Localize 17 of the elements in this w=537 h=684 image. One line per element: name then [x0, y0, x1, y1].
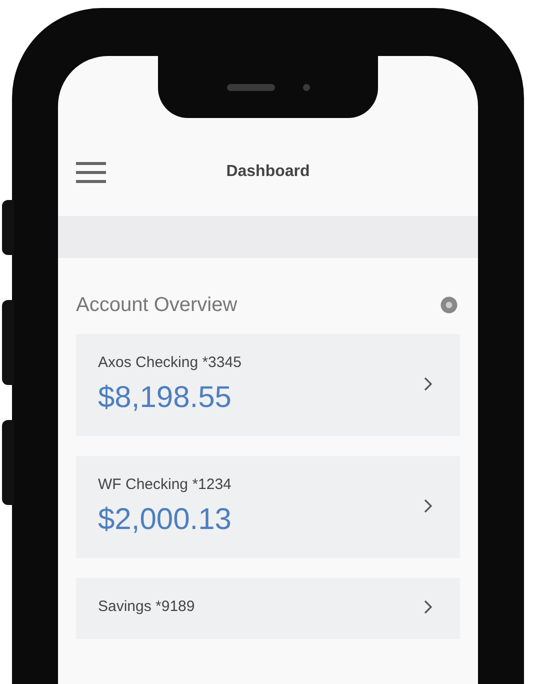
- account-balance: $8,198.55: [98, 380, 232, 416]
- account-name: WF Checking *1234: [98, 475, 232, 495]
- account-name: Axos Checking *3345: [98, 353, 242, 373]
- account-card[interactable]: Savings *9189: [76, 578, 460, 638]
- section-title: Account Overview: [76, 293, 238, 318]
- header-title: Dashboard: [226, 162, 310, 182]
- account-name: Savings *9189: [98, 597, 195, 617]
- settings-icon[interactable]: [438, 294, 460, 316]
- speaker-grille: [226, 84, 274, 90]
- account-card[interactable]: Axos Checking *3345 $8,198.55: [76, 334, 460, 436]
- chevron-right-icon: [424, 499, 432, 513]
- front-camera: [302, 84, 310, 90]
- account-balance: $2,000.13: [98, 502, 232, 538]
- account-card[interactable]: WF Checking *1234 $2,000.13: [76, 456, 460, 558]
- menu-icon[interactable]: [76, 160, 106, 184]
- chevron-right-icon: [424, 600, 432, 614]
- chevron-right-icon: [424, 377, 432, 391]
